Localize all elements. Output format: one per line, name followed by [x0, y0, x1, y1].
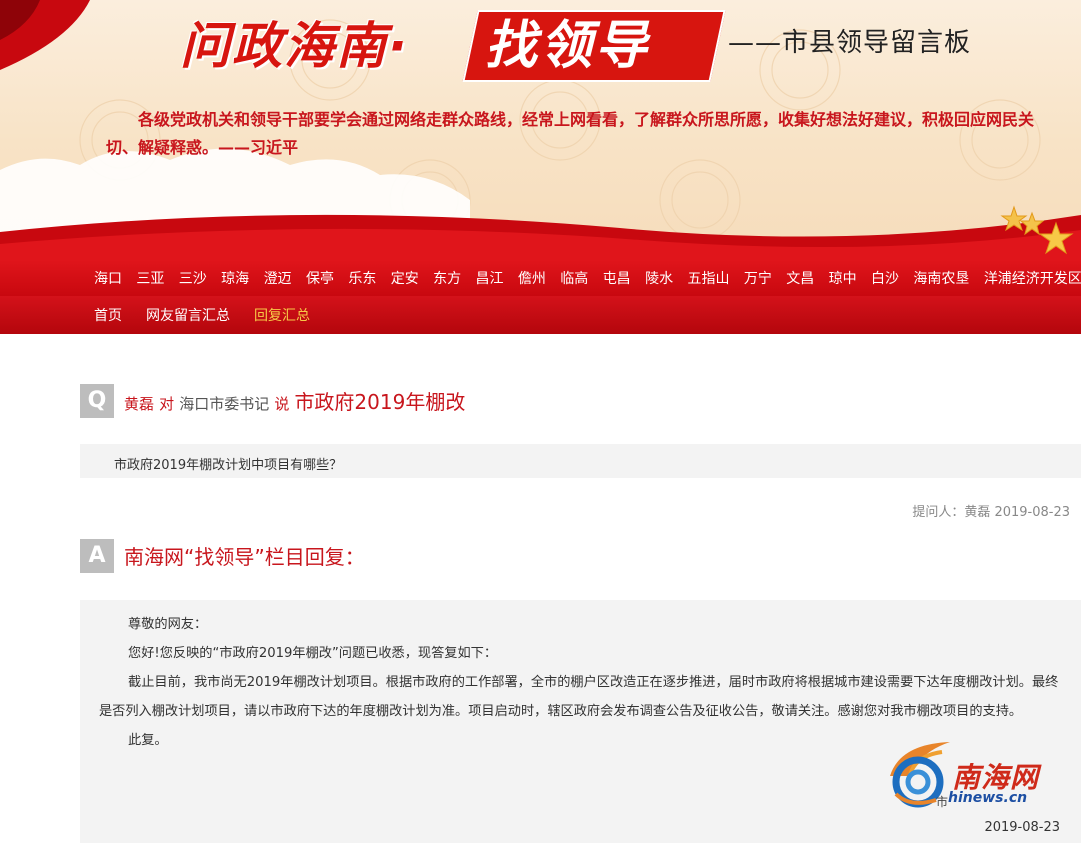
sub-nav-item[interactable]: 回复汇总	[254, 305, 310, 325]
site-subtitle: ——市县领导留言板	[728, 28, 972, 58]
region-nav-item[interactable]: 海南农垦	[913, 268, 969, 288]
region-nav: 海口 三亚 三沙 琼海 澄迈 保亭 乐东 定安 东方 昌江 儋州 临高 屯昌 陵水 五指山 万宁 文昌 琼中 白沙海…	[0, 260, 1081, 296]
region-nav-item[interactable]: 三亚	[136, 268, 164, 288]
region-nav-item[interactable]: 昌江	[476, 268, 504, 288]
question-heading: 黄磊 对 海口市委书记 说 市政府2019年棚改	[124, 386, 465, 415]
answer-paragraph: 尊敬的网友：	[128, 617, 208, 632]
region-nav-item[interactable]: 临高	[560, 268, 588, 288]
answer-paragraph: 截止目前，我市尚无2019年棚改计划项目。根据市政府的工作部署，全市的棚户区改造…	[99, 675, 1059, 719]
question-to-word: 对	[159, 395, 175, 413]
region-nav-item[interactable]: 文昌	[786, 268, 814, 288]
region-nav-item[interactable]: 保亭	[306, 268, 334, 288]
region-nav-item[interactable]: 儋州	[518, 268, 546, 288]
answer-date: 2019-08-23	[984, 820, 1060, 835]
question-target: 海口市委书记	[179, 395, 270, 413]
answer-heading: 南海网“找领导”栏目回复：	[124, 545, 365, 569]
region-nav-item[interactable]: 白沙	[871, 268, 899, 288]
logo-text-domain: hinews.cn	[948, 790, 1028, 806]
region-nav-item[interactable]: 东方	[433, 268, 461, 288]
question-content: 市政府2019年棚改计划中项目有哪些？	[80, 444, 1081, 478]
logo-prefix: 市	[936, 795, 949, 809]
sub-nav: 首页 网友留言汇总 回复汇总	[0, 296, 1081, 334]
sub-nav-item[interactable]: 首页	[94, 305, 122, 325]
answer-badge: A	[80, 539, 114, 573]
answer-body: 尊敬的网友： 您好!您反映的“市政府2019年棚改”问题已收悉，现答复如下： 截止目…	[99, 610, 1061, 755]
answer-paragraph: 您好!您反映的“市政府2019年棚改”问题已收悉，现答复如下：	[128, 646, 498, 661]
header-banner: 问政海南· 找领导 ——市县领导留言板 各级党政机关和领导干部要学会通过网络走群…	[0, 0, 1081, 260]
region-nav-item[interactable]: 万宁	[744, 268, 772, 288]
question-badge: Q	[80, 384, 114, 418]
region-nav-item[interactable]: 琼海	[221, 268, 249, 288]
question-say-word: 说	[274, 395, 290, 413]
region-nav-item[interactable]: 乐东	[348, 268, 376, 288]
sub-nav-item[interactable]: 网友留言汇总	[146, 305, 230, 325]
question-topic: 市政府2019年棚改	[294, 390, 466, 414]
region-nav-item[interactable]: 定安	[391, 268, 419, 288]
question-meta: 提问人：黄磊 2019-08-23	[912, 505, 1070, 520]
region-nav-item[interactable]: 陵水	[645, 268, 673, 288]
site-title-part1: 问政海南·	[180, 17, 409, 75]
region-nav-item[interactable]: 洋浦经济开发区	[984, 268, 1081, 288]
site-title-part2: 找领导	[485, 16, 651, 76]
region-nav-item[interactable]: 琼中	[829, 268, 857, 288]
region-nav-item[interactable]: 五指山	[687, 268, 729, 288]
stars-icon	[1000, 205, 1074, 255]
question-asker: 黄磊	[124, 395, 155, 413]
region-nav-item[interactable]: 澄迈	[264, 268, 292, 288]
region-nav-item[interactable]: 屯昌	[603, 268, 631, 288]
banner-quote: 各级党政机关和领导干部要学会通过网络走群众路线，经常上网看看，了解群众所思所愿，…	[106, 110, 1035, 157]
region-nav-item[interactable]: 三沙	[179, 268, 207, 288]
region-nav-item[interactable]: 海口	[94, 268, 122, 288]
